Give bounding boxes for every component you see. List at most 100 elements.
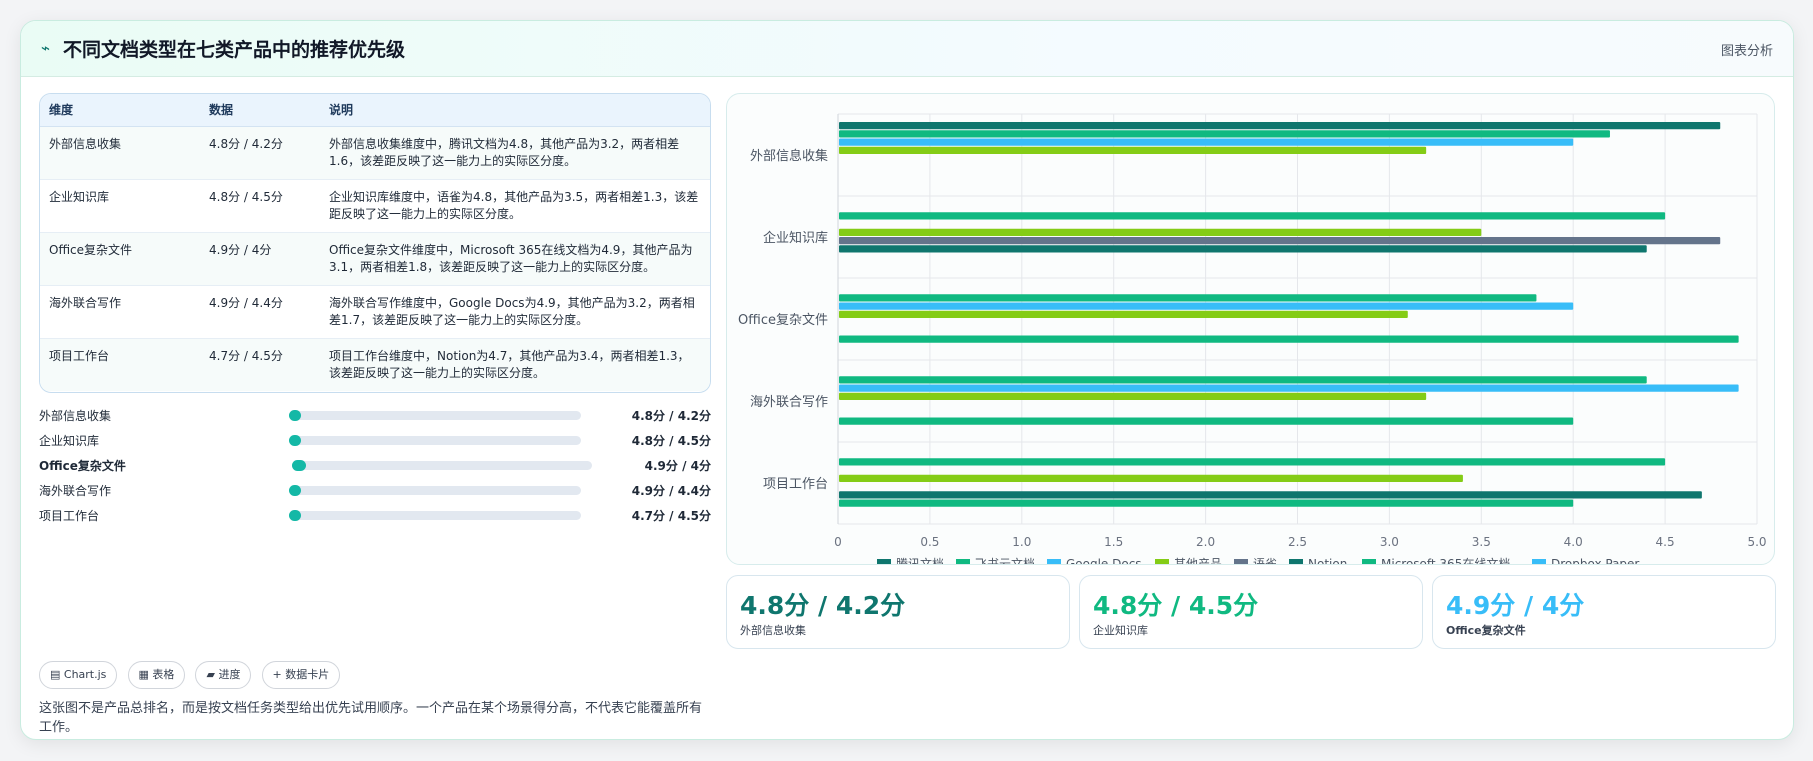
chart-analysis-link[interactable]: 图表分析 (1721, 40, 1773, 59)
table-row: 项目工作台 4.7分 / 4.5分 项目工作台维度中，Notion为4.7，其他… (40, 338, 710, 391)
legend-label: 飞书云文档 (975, 556, 1035, 564)
progress-value: 4.8分 / 4.5分 (631, 434, 711, 448)
stat-card: 4.8分 / 4.5分 企业知识库 (1079, 575, 1423, 649)
left-panel: 维度 数据 说明 外部信息收集 4.8分 / 4.2分 外部信息收集维度中，腾讯… (39, 93, 711, 735)
stat-value: 4.9分 / 4分 (1446, 591, 1585, 620)
bar (839, 138, 1574, 146)
stat-value: 4.8分 / 4.5分 (1093, 591, 1259, 620)
x-tick-label: 0.5 (920, 535, 939, 549)
x-tick-label: 1.0 (1012, 535, 1031, 549)
progress-value: 4.7分 / 4.5分 (631, 509, 711, 523)
bar (839, 458, 1666, 466)
bar (839, 130, 1610, 138)
legend-label: 腾讯文档 (896, 556, 944, 564)
column-header-dimension: 维度 (40, 94, 200, 127)
legend-label: Notion (1308, 557, 1347, 564)
table-row: Office复杂文件 4.9分 / 4分 Office复杂文件维度中，Micro… (40, 232, 710, 286)
stat-label: 外部信息收集 (740, 624, 806, 637)
cell-description: 项目工作台维度中，Notion为4.7，其他产品为3.4，两者相差1.3，该差距… (329, 348, 690, 380)
progress-track (289, 485, 581, 496)
cell-dimension: 企业知识库 (40, 179, 200, 233)
bar (839, 245, 1647, 253)
cell-data: 4.7分 / 4.5分 (209, 348, 283, 363)
progress-label: Office复杂文件 (39, 459, 126, 473)
progress-row: 外部信息收集 4.8分 / 4.2分 (39, 403, 711, 428)
column-header-data: 数据 (200, 94, 320, 127)
table-row: 海外联合写作 4.9分 / 4.4分 海外联合写作维度中，Google Docs… (40, 285, 710, 339)
bar (839, 212, 1666, 220)
bar (839, 474, 1463, 483)
y-category-label: 项目工作台 (763, 477, 828, 492)
progress-label: 外部信息收集 (39, 409, 112, 423)
cell-dimension: Office复杂文件 (40, 232, 200, 286)
bar (839, 122, 1721, 130)
bar (839, 302, 1574, 310)
bar (839, 392, 1427, 401)
bar (839, 376, 1647, 384)
legend-label: Microsoft 365在线文档 (1381, 556, 1510, 564)
legend-swatch (1047, 559, 1061, 564)
bar (839, 310, 1408, 319)
cell-dimension: 海外联合写作 (40, 285, 200, 339)
chart-card: ⌁ 不同文档类型在七类产品中的推荐优先级 图表分析 维度 数据 说明 外部信息收… (20, 20, 1794, 740)
legend-swatch (1362, 559, 1376, 564)
progress-list: 外部信息收集 4.8分 / 4.2分 企业知识库 4.8分 / 4.5分 Off… (39, 403, 711, 528)
bar-chart: 0 0.5 1.0 1.5 2.0 2.5 3.0 3.5 4.0 4.5 5.0 外部信息收集企业知… (738, 113, 1767, 564)
x-tick-label: 3.5 (1472, 535, 1491, 549)
bar (839, 491, 1702, 499)
table-row: 外部信息收集 4.8分 / 4.2分 外部信息收集维度中，腾讯文档为4.8，其他… (40, 126, 710, 180)
tag-table[interactable]: ▦ 表格 (127, 661, 186, 689)
table-header-row: 维度 数据 说明 (40, 94, 710, 127)
legend-swatch (956, 559, 970, 564)
progress-track (289, 435, 581, 446)
legend-label: Dropbox Paper (1551, 557, 1639, 564)
legend-label: 语雀 (1253, 557, 1277, 564)
x-tick-label: 2.0 (1196, 535, 1215, 549)
table-row: 企业知识库 4.8分 / 4.5分 企业知识库维度中，语雀为4.8，其他产品为3… (40, 179, 710, 233)
x-tick-label: 1.5 (1104, 535, 1123, 549)
bar (839, 384, 1739, 392)
bar (839, 335, 1739, 343)
progress-track (289, 410, 581, 421)
y-category-label: Office复杂文件 (738, 313, 828, 328)
bar (839, 237, 1721, 245)
bar (839, 499, 1574, 507)
page-title: 不同文档类型在七类产品中的推荐优先级 (63, 39, 406, 61)
progress-label: 项目工作台 (39, 509, 100, 523)
progress-fill (289, 485, 301, 496)
progress-row: 海外联合写作 4.9分 / 4.4分 (39, 478, 711, 503)
progress-label: 海外联合写作 (39, 484, 112, 498)
stat-card: 4.8分 / 4.2分 外部信息收集 (726, 575, 1070, 649)
x-tick-label: 3.0 (1380, 535, 1399, 549)
progress-value: 4.9分 / 4.4分 (631, 484, 711, 498)
legend-label: Google Docs (1066, 557, 1142, 564)
progress-row: Office复杂文件 4.9分 / 4分 (39, 453, 711, 478)
bar (839, 146, 1427, 155)
tag-chartjs[interactable]: ▤ Chart.js (39, 661, 118, 689)
progress-label: 企业知识库 (39, 434, 100, 448)
legend-swatch (1155, 559, 1169, 564)
progress-fill (292, 460, 306, 471)
progress-track (292, 460, 592, 471)
stat-value: 4.8分 / 4.2分 (740, 591, 906, 620)
cell-description: 外部信息收集维度中，腾讯文档为4.8，其他产品为3.2，两者相差1.6，该差距反… (320, 126, 710, 180)
cell-description: 企业知识库维度中，语雀为4.8，其他产品为3.5，两者相差1.3，该差距反映了这… (320, 179, 710, 233)
bar (839, 294, 1537, 302)
progress-row: 项目工作台 4.7分 / 4.5分 (39, 503, 711, 528)
legend-swatch (1234, 559, 1248, 564)
cell-data: 4.8分 / 4.2分 (200, 126, 320, 180)
stat-label: 企业知识库 (1093, 624, 1148, 637)
chart-icon: ⌁ (41, 39, 51, 57)
cell-data: 4.8分 / 4.5分 (200, 179, 320, 233)
tag-progress[interactable]: ▰ 进度 (195, 661, 252, 689)
bar (839, 417, 1574, 425)
progress-track (289, 510, 581, 521)
cell-description: 海外联合写作维度中，Google Docs为4.9，其他产品为3.2，两者相差1… (320, 285, 710, 339)
x-tick-label: 4.5 (1656, 535, 1675, 549)
progress-fill (289, 435, 301, 446)
cell-dimension: 外部信息收集 (40, 126, 200, 180)
tag-data-cards[interactable]: + 数据卡片 (261, 661, 341, 689)
cell-data: 4.9分 / 4.4分 (200, 285, 320, 339)
cell-data: 4.9分 / 4分 (200, 232, 320, 286)
progress-value: 4.8分 / 4.2分 (631, 409, 711, 423)
